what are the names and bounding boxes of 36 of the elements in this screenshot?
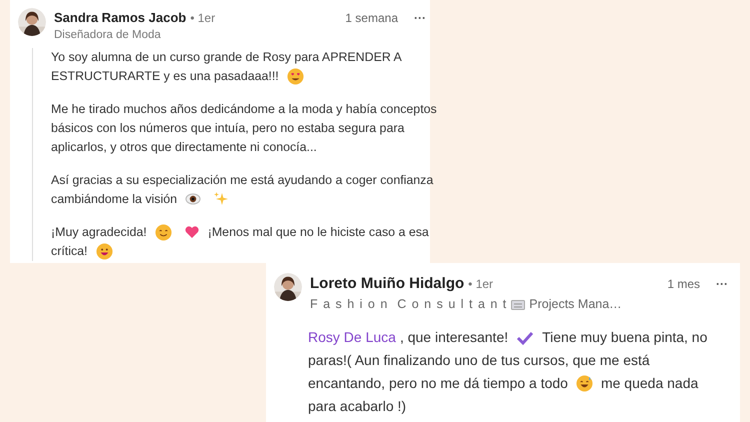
headline-text: Projects Mana… [529, 296, 622, 314]
headline-text: Diseñadora de Moda [54, 28, 161, 42]
emoji-face-icon [96, 242, 112, 260]
comment-text: aplicarlos, y otros que directamente ni conocía... [51, 138, 317, 156]
mention-link[interactable]: Rosy De Luca [308, 326, 396, 350]
comment-text: para acabarlo !) [308, 397, 406, 416]
comment-text: paras!( Aun finalizando uno de tus cursos, que me está [308, 351, 650, 370]
comment-text: ¡Muy agradecida! [51, 224, 147, 241]
comment-time: 1 mes [667, 276, 700, 293]
comment-text: me queda nada [600, 374, 698, 394]
more-button[interactable]: ··· [716, 274, 728, 293]
comment-text: Así gracias a su especialización me está ayudando a coger confianza [51, 172, 434, 189]
emoji-face-icon [576, 375, 593, 392]
check-icon [516, 330, 534, 346]
author-name[interactable]: Loreto Muiño Hidalgo [310, 272, 464, 296]
comment-text: Yo soy alumna de un curso grande de Rosy para APRENDER A [51, 48, 402, 66]
eye-icon [185, 191, 202, 208]
emoji-face-icon [154, 224, 172, 241]
connection-degree: • 1er [190, 10, 216, 27]
comment-text: básicos con los números que intuía, pero no estaba segura para [51, 120, 404, 137]
more-button[interactable]: ··· [414, 9, 426, 27]
author-name[interactable]: Sandra Ramos Jacob [54, 8, 186, 28]
heart-icon [184, 224, 200, 240]
comment-text: encantando, pero no me dá tiempo a todo [308, 374, 568, 394]
comment-text: crítica! [51, 242, 88, 260]
comment-text: ¡Menos mal que no le hiciste caso a esa [208, 224, 429, 241]
comment-text: Tiene muy buena pinta, no [542, 328, 708, 348]
headline-text: F a s h i o n C o n s u l t a n t [310, 296, 508, 314]
comment-text: Me he tirado muchos años dedicándome a la moda y había conceptos [51, 100, 437, 118]
emoji-face-icon [286, 68, 304, 85]
comment-text: cambiándome la visión [51, 190, 178, 208]
keyboard-icon [511, 300, 526, 310]
comment-text: ESTRUCTURARTE y es una pasadaaa!!! [51, 68, 279, 85]
connection-degree: • 1er [468, 276, 494, 293]
comment-text: , que interesante! [400, 328, 508, 348]
comment-time: 1 semana [345, 10, 398, 27]
